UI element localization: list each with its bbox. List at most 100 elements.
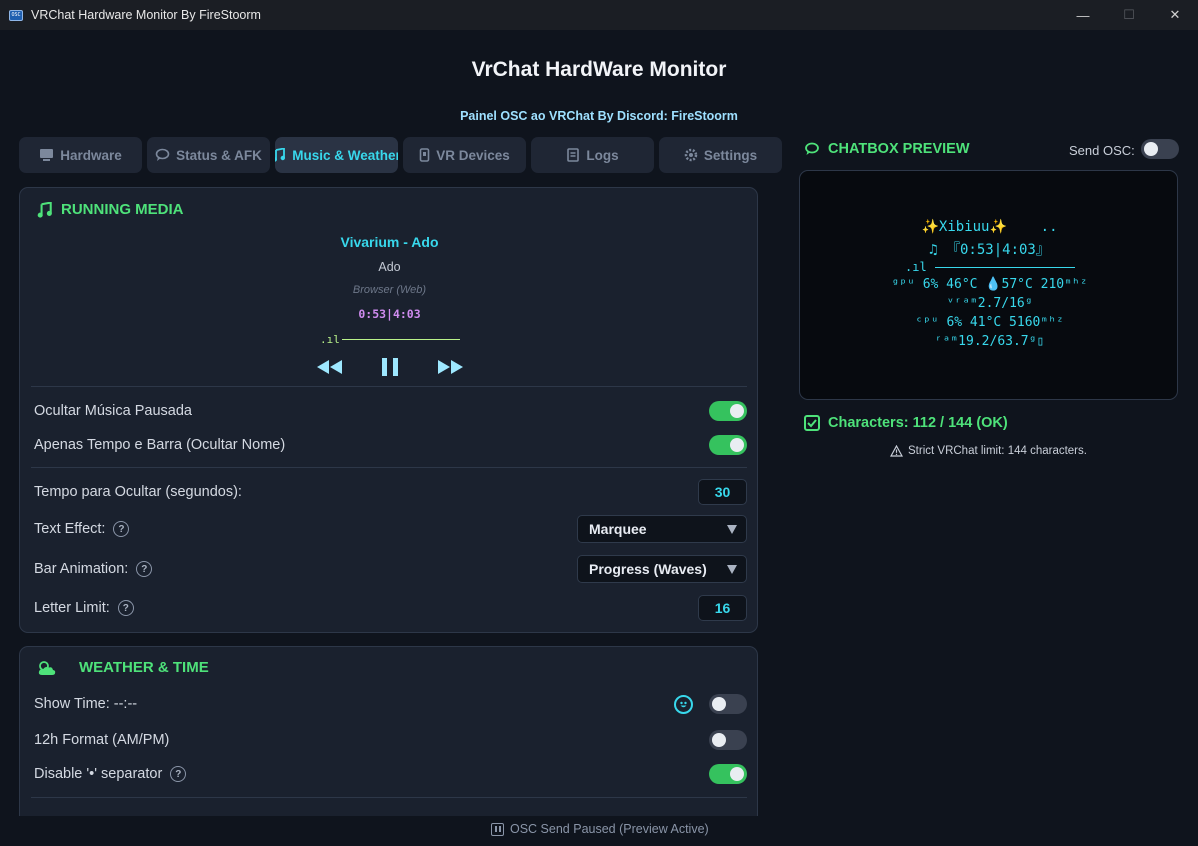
tab-label: Settings — [703, 147, 758, 163]
preview-line-gpu: ᵍᵖᵘ 6% 46°C 💧57°C 210ᵐʰᶻ — [891, 277, 1088, 292]
page-title: VrChat HardWare Monitor — [471, 58, 727, 81]
show-time-row: Show Time: --:-- — [34, 691, 747, 717]
section-title: RUNNING MEDIA — [61, 201, 184, 218]
pause-button[interactable] — [375, 356, 405, 378]
divider — [31, 797, 747, 798]
chatbox-preview: ✨Xibiuu✨ .. ♫ 『0:53|4:03』 .ıl ᵍᵖᵘ 6% 46°… — [799, 170, 1178, 400]
chatbox-preview-header: CHATBOX PREVIEW — [804, 141, 970, 157]
time-bar-only-toggle[interactable] — [709, 435, 747, 455]
close-button[interactable]: ✕ — [1152, 0, 1198, 30]
chevron-down-icon — [727, 525, 737, 534]
preview-bar-line — [935, 267, 1075, 268]
track-title: Vivarium - Ado — [340, 234, 439, 250]
hide-paused-row: Ocultar Música Pausada — [34, 398, 747, 424]
format-12h-toggle[interactable] — [709, 730, 747, 750]
track-artist: Ado — [378, 260, 401, 274]
app-icon: OSC — [9, 9, 23, 21]
running-media-panel: RUNNING MEDIA Vivarium - Ado Ado Browser… — [19, 187, 758, 633]
hide-time-input[interactable]: 30 — [698, 479, 747, 505]
title-bar: OSC VRChat Hardware Monitor By FireStoor… — [0, 0, 1198, 30]
text-effect-label: Text Effect: — [34, 521, 106, 537]
osc-status: OSC Send Paused (Preview Active) — [491, 822, 709, 836]
chat-bubble-icon — [155, 148, 170, 161]
text-effect-select[interactable]: Marquee — [577, 515, 747, 543]
hide-time-label: Tempo para Ocultar (segundos): — [34, 484, 242, 500]
bar-animation-row: Bar Animation: ? Progress (Waves) — [34, 555, 747, 583]
preview-line-music: ♫ 『0:53|4:03』 — [929, 242, 1050, 258]
preview-line-vram: ᵛʳᵃᵐ2.7/16ᵍ — [946, 296, 1033, 311]
tab-label: Status & AFK — [176, 147, 262, 163]
tab-hardware[interactable]: Hardware — [19, 137, 142, 173]
chatbox-preview-title: CHATBOX PREVIEW — [828, 141, 970, 157]
tab-label: Logs — [586, 147, 619, 163]
preview-line-cpu: ᶜᵖᵘ 6% 41°C 5160ᵐʰᶻ — [915, 315, 1064, 330]
tab-settings[interactable]: Settings — [659, 137, 782, 173]
preview-line-ram: ʳᵃᵐ19.2/63.7ᵍ▯ — [934, 334, 1045, 349]
tab-label: VR Devices — [436, 147, 510, 163]
help-icon[interactable]: ? — [170, 766, 187, 782]
disable-separator-row: Disable '•' separator ? — [34, 761, 747, 787]
hide-paused-label: Ocultar Música Pausada — [34, 403, 192, 419]
cloud-sun-icon — [38, 660, 56, 675]
section-title: WEATHER & TIME — [79, 659, 209, 676]
text-effect-value: Marquee — [589, 521, 647, 537]
send-osc-label: Send OSC: — [1069, 143, 1135, 158]
weather-time-header: WEATHER & TIME — [37, 659, 209, 676]
bar-animation-value: Progress (Waves) — [589, 561, 707, 577]
progress-bar: .ıl — [320, 333, 460, 346]
bar-animation-select[interactable]: Progress (Waves) — [577, 555, 747, 583]
music-note-icon — [37, 201, 52, 218]
letter-limit-input[interactable]: 16 — [698, 595, 747, 621]
strict-limit-text: Strict VRChat limit: 144 characters. — [908, 445, 1087, 457]
bar-prefix: .ıl — [320, 333, 340, 346]
tab-label: Hardware — [60, 147, 122, 163]
disable-separator-toggle[interactable] — [709, 764, 747, 784]
time-bar-only-label: Apenas Tempo e Barra (Ocultar Nome) — [34, 437, 286, 453]
send-osc-toggle[interactable] — [1141, 139, 1179, 159]
media-source: Browser (Web) — [352, 284, 427, 296]
fast-forward-icon — [437, 360, 463, 374]
help-icon[interactable]: ? — [117, 600, 134, 616]
checkbox-icon — [804, 415, 820, 431]
next-track-button[interactable] — [435, 356, 465, 378]
pause-icon — [491, 822, 504, 836]
tab-bar: Hardware Status & AFK Music & Weather VR… — [19, 137, 782, 173]
preview-line-name: ✨Xibiuu✨ .. — [921, 219, 1058, 235]
page-subtitle: Painel OSC ao VRChat By Discord: FireSto… — [460, 109, 738, 123]
format-12h-row: 12h Format (AM/PM) — [34, 727, 747, 753]
show-time-label: Show Time: --:-- — [34, 696, 138, 712]
chat-bubble-icon — [805, 142, 819, 155]
character-count-text: Characters: 112 / 144 (OK) — [828, 415, 1008, 431]
time-bar-only-row: Apenas Tempo e Barra (Ocultar Nome) — [34, 432, 747, 458]
tab-status-afk[interactable]: Status & AFK — [147, 137, 270, 173]
tab-music-weather[interactable]: Music & Weather — [275, 137, 398, 173]
maximize-button[interactable]: ☐ — [1106, 0, 1152, 30]
help-icon[interactable]: ? — [136, 561, 153, 577]
text-effect-row: Text Effect: ? Marquee — [34, 515, 747, 543]
music-note-icon — [275, 148, 286, 162]
letter-limit-label: Letter Limit: — [34, 600, 110, 616]
track-time: 0:53|4:03 — [358, 307, 421, 321]
show-time-toggle[interactable] — [709, 694, 747, 714]
warning-icon — [890, 445, 904, 457]
weather-time-panel: WEATHER & TIME Show Time: --:-- 12h Form… — [19, 646, 758, 816]
window-controls: — ☐ ✕ — [1060, 0, 1198, 30]
minimize-button[interactable]: — — [1060, 0, 1106, 30]
gear-icon — [684, 148, 698, 162]
tab-label: Music & Weather — [292, 147, 398, 163]
osc-status-text: OSC Send Paused (Preview Active) — [510, 822, 709, 836]
hide-time-row: Tempo para Ocultar (segundos): 30 — [34, 479, 747, 505]
divider — [31, 386, 747, 387]
hide-paused-toggle[interactable] — [709, 401, 747, 421]
help-icon[interactable]: ? — [113, 521, 130, 537]
previous-track-button[interactable] — [315, 356, 345, 378]
tab-vr-devices[interactable]: VR Devices — [403, 137, 526, 173]
vr-device-icon — [419, 148, 430, 162]
bar-animation-label: Bar Animation: — [34, 561, 129, 577]
character-count: Characters: 112 / 144 (OK) — [804, 415, 1008, 431]
tab-logs[interactable]: Logs — [531, 137, 654, 173]
format-12h-label: 12h Format (AM/PM) — [34, 732, 170, 748]
emoji-picker-icon[interactable] — [674, 694, 693, 714]
preview-line-bar: .ıl — [905, 260, 927, 274]
media-controls — [20, 356, 759, 378]
